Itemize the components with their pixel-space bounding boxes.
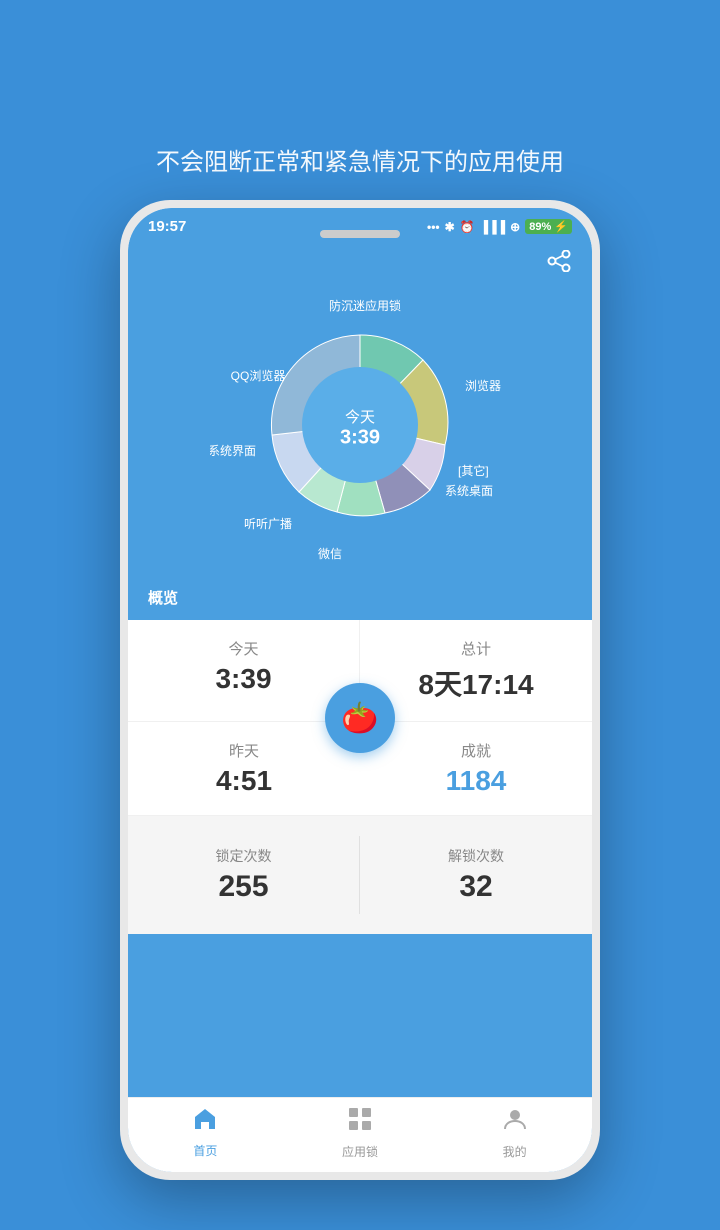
signal-icon: ▐▐▐ bbox=[480, 220, 506, 234]
svg-text:微信: 微信 bbox=[318, 547, 342, 561]
today-label: 今天 bbox=[128, 638, 359, 659]
unlock-count-cell: 解锁次数 32 bbox=[360, 836, 592, 914]
bluetooth-icon: ✱ bbox=[445, 220, 455, 234]
battery-icon: 89% ⚡ bbox=[525, 219, 572, 234]
nav-profile-label: 我的 bbox=[503, 1143, 527, 1160]
svg-text:3:39: 3:39 bbox=[340, 426, 380, 448]
nav-home[interactable]: 首页 bbox=[128, 1107, 283, 1159]
total-value: 8天17:14 bbox=[360, 663, 592, 703]
svg-text:听听广播: 听听广播 bbox=[244, 517, 292, 531]
alarm-icon: ⏰ bbox=[460, 220, 475, 234]
achievement-value: 1184 bbox=[360, 765, 592, 797]
svg-text:系统界面: 系统界面 bbox=[210, 444, 256, 458]
status-time: 19:57 bbox=[148, 218, 186, 235]
phone-inner: 19:57 ••• ✱ ⏰ ▐▐▐ ⊕ 89% ⚡ bbox=[128, 208, 592, 1172]
donut-chart: 今天 3:39 防沉迷应用锁 浏览器 [其它] 系统桌面 微信 听听广播 系统界… bbox=[210, 280, 510, 570]
person-icon bbox=[502, 1106, 528, 1139]
svg-text:[其它]: [其它] bbox=[458, 463, 489, 478]
svg-text:防沉迷应用锁: 防沉迷应用锁 bbox=[329, 298, 401, 313]
nav-apps[interactable]: 应用锁 bbox=[283, 1106, 438, 1160]
svg-text:浏览器: 浏览器 bbox=[465, 378, 501, 393]
share-icon[interactable] bbox=[546, 250, 572, 278]
unlock-count-value: 32 bbox=[360, 870, 592, 904]
lock-stats: 锁定次数 255 解锁次数 32 bbox=[128, 816, 592, 934]
bottom-nav: 首页 应用锁 bbox=[128, 1097, 592, 1172]
home-icon bbox=[192, 1107, 218, 1138]
phone-speaker bbox=[320, 230, 400, 238]
today-value: 3:39 bbox=[128, 663, 359, 695]
phone-mockup: 19:57 ••• ✱ ⏰ ▐▐▐ ⊕ 89% ⚡ bbox=[120, 200, 600, 1180]
subtitle: 不会阻断正常和紧急情况下的应用使用 bbox=[40, 142, 680, 177]
lock-count-label: 锁定次数 bbox=[128, 846, 359, 866]
chart-area: 今天 3:39 防沉迷应用锁 浏览器 [其它] 系统桌面 微信 听听广播 系统界… bbox=[128, 240, 592, 620]
svg-text:今天: 今天 bbox=[345, 409, 375, 426]
phone-screen: 19:57 ••• ✱ ⏰ ▐▐▐ ⊕ 89% ⚡ bbox=[128, 208, 592, 1172]
overview-tab[interactable]: 概览 bbox=[148, 587, 178, 608]
lock-count-cell: 锁定次数 255 bbox=[128, 836, 360, 914]
stats-grid: 今天 3:39 总计 8天17:14 🍅 昨天 4:51 成就 1184 bbox=[128, 620, 592, 816]
nav-profile[interactable]: 我的 bbox=[437, 1106, 592, 1160]
nav-apps-label: 应用锁 bbox=[342, 1143, 378, 1160]
achievement-label: 成就 bbox=[360, 740, 592, 761]
today-stat: 今天 3:39 bbox=[128, 620, 360, 722]
svg-text:QQ浏览器: QQ浏览器 bbox=[231, 368, 286, 383]
nav-home-label: 首页 bbox=[193, 1142, 217, 1159]
yesterday-value: 4:51 bbox=[128, 765, 360, 797]
status-icons: ••• ✱ ⏰ ▐▐▐ ⊕ 89% ⚡ bbox=[427, 219, 572, 234]
total-stat: 总计 8天17:14 bbox=[360, 620, 592, 722]
unlock-count-label: 解锁次数 bbox=[360, 846, 592, 866]
tomato-button[interactable]: 🍅 bbox=[325, 683, 395, 753]
wifi-dots-icon: ••• bbox=[427, 220, 440, 234]
lock-count-value: 255 bbox=[128, 870, 359, 904]
svg-text:系统桌面: 系统桌面 bbox=[445, 484, 493, 498]
yesterday-stat: 昨天 4:51 bbox=[128, 722, 360, 816]
wifi-icon: ⊕ bbox=[510, 220, 520, 234]
total-label: 总计 bbox=[360, 638, 592, 659]
achievement-stat: 成就 1184 bbox=[360, 722, 592, 816]
yesterday-label: 昨天 bbox=[128, 740, 360, 761]
apps-icon bbox=[347, 1106, 373, 1139]
